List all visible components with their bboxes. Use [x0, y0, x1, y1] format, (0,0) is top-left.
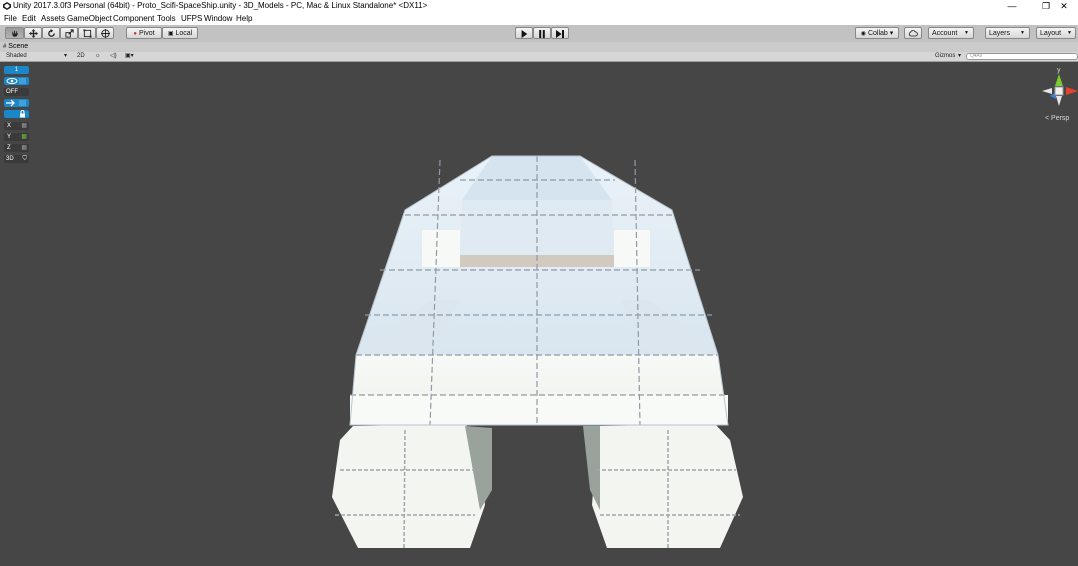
effects-toggle-icon[interactable]: ▣▾: [125, 52, 134, 61]
chevron-down-icon: ▼: [964, 30, 969, 36]
step-button[interactable]: [551, 27, 569, 39]
rotate-icon: [47, 29, 55, 37]
hand-tool-button[interactable]: [5, 27, 24, 39]
axis-x-toggle[interactable]: X ▦: [4, 122, 29, 130]
pivot-toggle[interactable]: ● Pivot: [126, 27, 162, 39]
menu-tools[interactable]: Tools: [157, 14, 176, 23]
cloud-button[interactable]: [904, 27, 922, 39]
gizmo-center-cube[interactable]: [1054, 86, 1064, 96]
layout-label: Layout: [1040, 30, 1062, 37]
left-landing-pod: [332, 424, 492, 549]
move-arrows-icon: [28, 29, 38, 38]
chevron-down-icon: ▾: [958, 53, 962, 59]
pause-button[interactable]: [533, 27, 551, 39]
menu-bar: File Edit Assets GameObject Component To…: [0, 13, 1078, 25]
scene-search-input[interactable]: Q▾All: [966, 53, 1078, 60]
local-icon: ▣: [167, 31, 174, 37]
chevron-down-icon: ▼: [1020, 30, 1025, 36]
layers-label: Layers: [989, 30, 1011, 37]
tab-scene-label: Scene: [8, 43, 29, 50]
menu-assets[interactable]: Assets: [41, 14, 65, 23]
shading-mode-dropdown[interactable]: Shaded: [6, 52, 27, 61]
menu-edit[interactable]: Edit: [22, 14, 36, 23]
x-axis-cone[interactable]: [1066, 87, 1078, 95]
gizmo-toggle-off[interactable]: OFF: [4, 88, 29, 96]
pause-icon: [539, 30, 545, 38]
scene-view-toolbar: Shaded ▾ 2D ☼ ◁) ▣▾ Gizmos ▾ Q▾All: [0, 52, 1078, 62]
axis-z-toggle[interactable]: Z ▦: [4, 144, 29, 152]
visibility-eye-icon[interactable]: [4, 77, 29, 85]
projection-label[interactable]: < Persp: [1045, 115, 1069, 122]
account-label: Account: [932, 30, 958, 37]
audio-toggle-icon[interactable]: ◁): [110, 52, 117, 61]
collab-label: Collab ▾: [867, 30, 894, 37]
tab-scene[interactable]: # Scene: [3, 42, 28, 52]
y-axis-cone[interactable]: [1055, 74, 1063, 86]
view-orientation-gizmo[interactable]: y: [1040, 66, 1078, 114]
transform-icon: [100, 29, 110, 38]
lock-toggle-icon[interactable]: [4, 110, 29, 118]
close-button[interactable]: ✕: [1050, 0, 1078, 13]
3d-label: 3D: [6, 156, 14, 162]
main-toolbar: ● Pivot ▣ Local ◉ Collab ▾ Account ▼ Lay…: [0, 25, 1078, 43]
neg-x-axis-cone[interactable]: [1042, 88, 1052, 94]
pivot-icon: ●: [133, 31, 138, 37]
cloud-icon: [908, 30, 918, 37]
main-hull: [349, 155, 729, 426]
transform-tool-button[interactable]: [96, 27, 114, 39]
3d-toggle[interactable]: 3D ⛉: [4, 155, 29, 163]
scene-grid-icon: #: [3, 44, 7, 50]
grid-icon: ▦: [21, 123, 27, 129]
neg-y-axis-cone[interactable]: [1056, 96, 1062, 106]
rotate-tool-button[interactable]: [42, 27, 60, 39]
scale-tool-button[interactable]: [60, 27, 78, 39]
window-title-bar: Unity 2017.3.0f3 Personal (64bit) - Prot…: [0, 0, 1078, 13]
menu-gameobject[interactable]: GameObject: [67, 14, 112, 23]
menu-file[interactable]: File: [4, 14, 17, 23]
collab-icon: ◉: [860, 31, 866, 37]
spaceship-model: [332, 155, 743, 549]
minimize-button[interactable]: —: [998, 0, 1026, 13]
local-label: Local: [175, 30, 193, 37]
menu-component[interactable]: Component: [113, 14, 154, 23]
axis-z-label: Z: [7, 145, 11, 151]
shield-icon: ⛉: [22, 156, 27, 162]
2d-mode-toggle[interactable]: 2D: [77, 52, 85, 61]
window-title: Unity 2017.3.0f3 Personal (64bit) - Prot…: [13, 1, 428, 10]
hand-icon: [11, 30, 18, 37]
play-icon: [521, 30, 528, 38]
axis-y-label: Y: [7, 134, 12, 140]
menu-help[interactable]: Help: [236, 14, 252, 23]
local-toggle[interactable]: ▣ Local: [162, 27, 198, 39]
menu-window[interactable]: Window: [204, 14, 232, 23]
gizmo-y-label: y: [1057, 67, 1061, 74]
move-tool-button[interactable]: [24, 27, 42, 39]
chevron-down-icon: ▾: [64, 53, 68, 59]
menu-ufps[interactable]: UFPS: [181, 14, 202, 23]
rect-transform-icon: [82, 29, 92, 38]
layout-dropdown[interactable]: Layout ▼: [1036, 27, 1076, 39]
gizmo-toggle-1[interactable]: 1: [4, 66, 29, 74]
collab-dropdown[interactable]: ◉ Collab ▾: [855, 27, 899, 39]
grid-icon: ▦: [21, 134, 27, 140]
pivot-label: Pivot: [139, 30, 155, 37]
step-icon: [556, 30, 564, 38]
axis-y-toggle[interactable]: Y ▦: [4, 133, 29, 141]
layers-dropdown[interactable]: Layers ▼: [985, 27, 1030, 39]
right-landing-pod: [583, 424, 743, 548]
grid-icon: ▦: [21, 145, 27, 151]
rect-tool-button[interactable]: [78, 27, 96, 39]
lighting-toggle-icon[interactable]: ☼: [95, 52, 101, 61]
account-dropdown[interactable]: Account ▼: [928, 27, 974, 39]
chevron-down-icon: ▼: [1067, 30, 1072, 36]
arrow-toggle-icon[interactable]: [4, 99, 29, 107]
scale-icon: [64, 29, 74, 38]
play-button[interactable]: [515, 27, 533, 39]
gizmos-dropdown[interactable]: Gizmos: [935, 52, 955, 61]
axis-x-label: X: [7, 123, 12, 129]
unity-logo-icon: [3, 2, 11, 10]
